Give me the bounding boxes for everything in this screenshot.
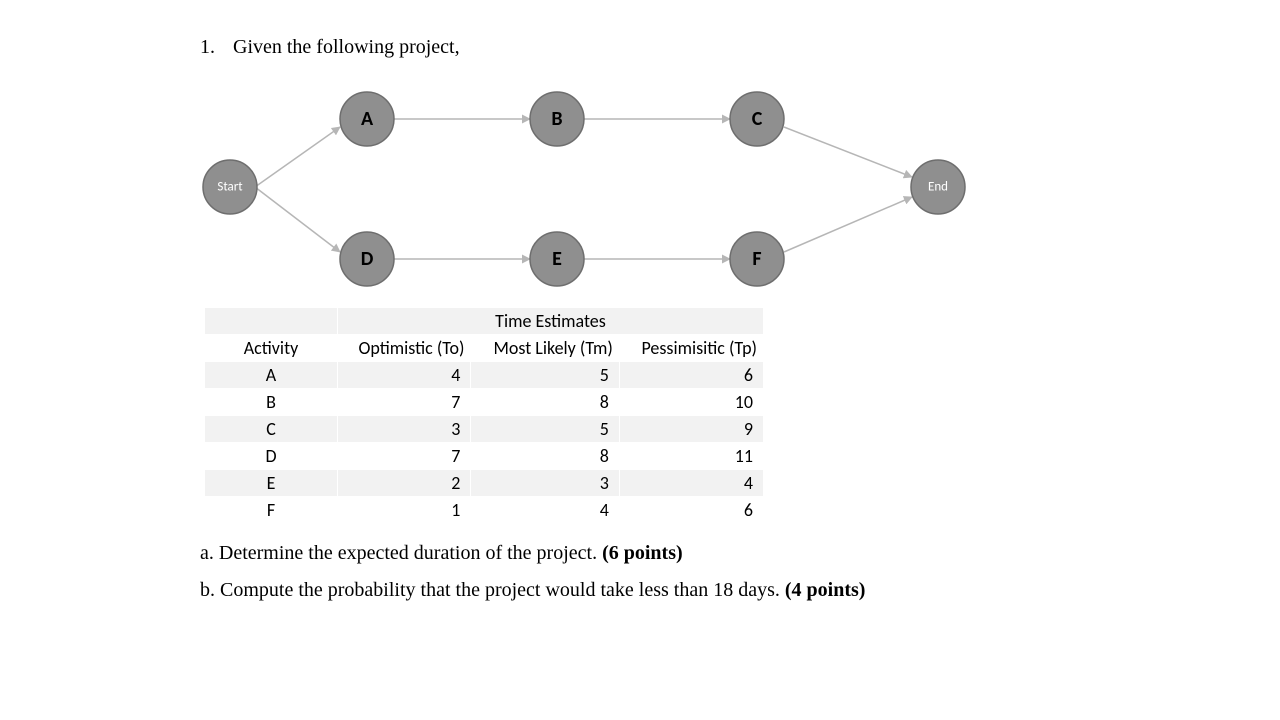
cell-to: 1 [338,497,471,524]
node-c: C [730,92,784,146]
table-row: A456 [205,362,764,389]
cell-tm: 5 [471,416,619,443]
col-header-optimistic: Optimistic (To) [338,335,471,362]
node-d: D [340,232,394,286]
edge-start-d [255,187,340,252]
cell-activity: C [205,416,338,443]
cell-to: 2 [338,470,471,497]
edge-c-end [784,127,912,177]
cell-tm: 3 [471,470,619,497]
time-estimates-table: Time Estimates Activity Optimistic (To) … [204,307,764,524]
svg-text:C: C [752,107,763,131]
table-header-time-estimates: Time Estimates [338,308,764,335]
cell-to: 4 [338,362,471,389]
node-start: Start [203,160,257,214]
edge-start-a [255,127,340,187]
svg-text:End: End [928,180,948,195]
table-row: D7811 [205,443,764,470]
cell-activity: E [205,470,338,497]
cell-activity: A [205,362,338,389]
cell-tm: 8 [471,389,619,416]
cell-tp: 6 [619,362,763,389]
edge-f-end [784,197,912,252]
cell-tp: 10 [619,389,763,416]
cell-tp: 9 [619,416,763,443]
cell-tm: 4 [471,497,619,524]
question-prompt: 1. Given the following project, [200,36,1080,59]
node-b: B [530,92,584,146]
subq-a-prefix: a. [200,542,219,564]
question-text: Given the following project, [233,36,460,58]
cell-activity: F [205,497,338,524]
cell-tp: 6 [619,497,763,524]
subquestion-b: b. Compute the probability that the proj… [200,579,1080,602]
cell-to: 7 [338,443,471,470]
svg-text:B: B [551,107,562,131]
svg-text:Start: Start [217,180,243,195]
subq-a-points: (6 points) [602,542,683,564]
subq-a-text: Determine the expected duration of the p… [219,542,602,564]
table-header-blank [205,308,338,335]
svg-text:A: A [361,107,374,131]
table-row: F146 [205,497,764,524]
cell-tp: 4 [619,470,763,497]
node-end: End [911,160,965,214]
svg-text:F: F [752,247,761,271]
subquestion-a: a. Determine the expected duration of th… [200,542,1080,565]
cell-activity: D [205,443,338,470]
node-a: A [340,92,394,146]
question-number: 1. [200,36,228,59]
cell-to: 3 [338,416,471,443]
table-row: E234 [205,470,764,497]
table-row: B7810 [205,389,764,416]
subq-b-prefix: b. [200,579,220,601]
svg-text:E: E [552,247,562,271]
cell-tp: 11 [619,443,763,470]
col-header-pessimistic: Pessimisitic (Tp) [619,335,763,362]
cell-activity: B [205,389,338,416]
col-header-activity: Activity [205,335,338,362]
project-network-diagram: Start A B C D [200,77,980,297]
cell-tm: 8 [471,443,619,470]
subq-b-text: Compute the probability that the project… [220,579,785,601]
svg-text:D: D [361,247,374,271]
cell-to: 7 [338,389,471,416]
node-e: E [530,232,584,286]
subq-b-points: (4 points) [785,579,866,601]
cell-tm: 5 [471,362,619,389]
table-row: C359 [205,416,764,443]
node-f: F [730,232,784,286]
col-header-most-likely: Most Likely (Tm) [471,335,619,362]
